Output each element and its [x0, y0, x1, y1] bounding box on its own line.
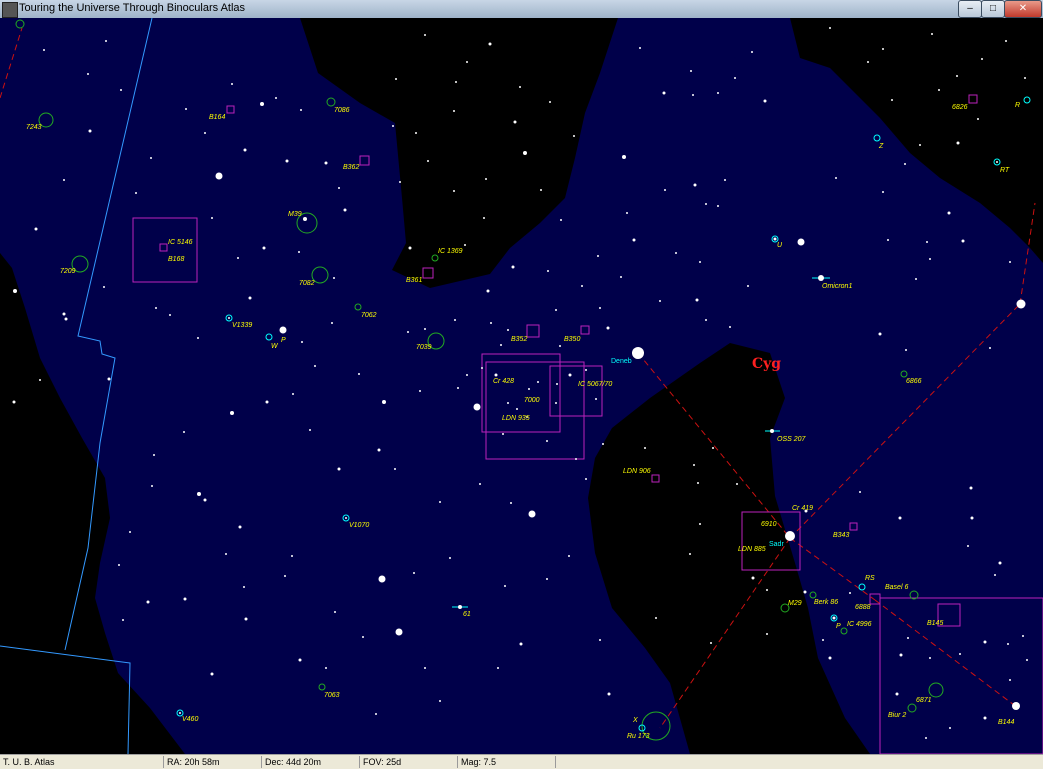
label-7082: 7082	[299, 280, 315, 287]
maximize-button[interactable]: □	[981, 0, 1005, 18]
label-x: X	[632, 717, 638, 724]
label-berk86: Berk 86	[814, 599, 838, 606]
app-icon	[2, 2, 18, 18]
label-cr428: Cr 428	[493, 378, 514, 385]
label-b361: B361	[406, 277, 422, 284]
label-7000: 7000	[524, 397, 540, 404]
label-oss207: OSS 207	[777, 436, 807, 443]
label-ic5067: IC 5067/70	[578, 381, 612, 388]
status-bar: T. U. B. Atlas RA: 20h 58m Dec: 44d 20m …	[0, 754, 1043, 769]
status-ra: RA: 20h 58m	[164, 756, 262, 768]
label-ldn906: LDN 906	[623, 468, 651, 475]
label-b164: B164	[209, 114, 225, 121]
label-ic4996: IC 4996	[847, 621, 872, 628]
label-ldn885: LDN 885	[738, 546, 766, 553]
label-7062: 7062	[361, 312, 377, 319]
status-dec: Dec: 44d 20m	[262, 756, 360, 768]
minimize-button[interactable]: –	[958, 0, 982, 18]
label-7209: 7209	[60, 268, 76, 275]
label-6888: 6888	[855, 604, 871, 611]
label-p-star: P	[281, 337, 286, 344]
label-b350: B350	[564, 336, 580, 343]
label-ic5146: IC 5146	[168, 239, 193, 246]
label-ldn935: LDN 935	[502, 415, 530, 422]
label-v460: V460	[182, 716, 198, 723]
label-6866: 6866	[906, 378, 922, 385]
window-title: Touring the Universe Through Binoculars …	[19, 2, 246, 14]
label-cr419: Cr 419	[792, 505, 813, 512]
status-mag: Mag: 7.5	[458, 756, 556, 768]
label-b144: B144	[998, 719, 1014, 726]
label-basel6: Basel 6	[885, 584, 908, 591]
label-m39: M39	[288, 211, 302, 218]
label-ic1369: IC 1369	[438, 248, 463, 255]
label-v1339: V1339	[232, 322, 252, 329]
label-b145: B145	[927, 620, 943, 627]
status-fov: FOV: 25d	[360, 756, 458, 768]
label-7039: 7039	[416, 344, 432, 351]
star-map-canvas[interactable]: Cyg Deneb Sadr 7243 B164 7086 6826 R B36…	[0, 18, 1043, 754]
label-61: 61	[463, 611, 471, 618]
label-7243: 7243	[26, 124, 42, 131]
label-v1070: V1070	[349, 522, 369, 529]
star-label-deneb: Deneb	[611, 358, 632, 365]
status-app-name: T. U. B. Atlas	[0, 756, 164, 768]
star-map[interactable]: Cyg Deneb Sadr 7243 B164 7086 6826 R B36…	[0, 18, 1043, 754]
label-b168: B168	[168, 256, 184, 263]
label-r: R	[1015, 102, 1020, 109]
label-b352: B352	[511, 336, 527, 343]
label-rs: RS	[865, 575, 875, 582]
star-label-sadr: Sadr	[769, 541, 784, 548]
label-rt: RT	[1000, 167, 1010, 174]
label-6826: 6826	[952, 104, 968, 111]
label-b362: B362	[343, 164, 359, 171]
label-7063: 7063	[324, 692, 340, 699]
close-button[interactable]: ✕	[1004, 0, 1042, 18]
label-6910: 6910	[761, 521, 777, 528]
label-omicron1: Omicron1	[822, 283, 852, 290]
label-ru173: Ru 173	[627, 733, 650, 740]
label-p-cyg: P	[836, 623, 841, 630]
label-b343: B343	[833, 532, 849, 539]
label-7086: 7086	[334, 107, 350, 114]
label-z: Z	[878, 143, 884, 150]
label-6871: 6871	[916, 697, 932, 704]
label-m29: M29	[788, 600, 802, 607]
constellation-name: Cyg	[752, 356, 781, 372]
title-bar: Touring the Universe Through Binoculars …	[0, 0, 1043, 19]
label-biur2: Biur 2	[888, 712, 906, 719]
